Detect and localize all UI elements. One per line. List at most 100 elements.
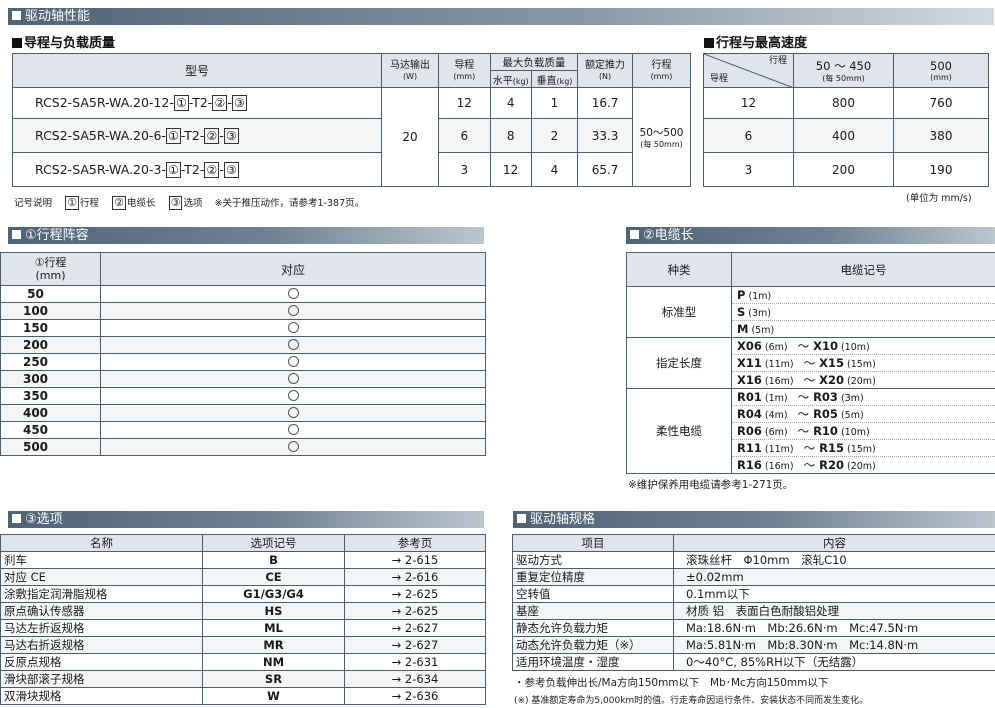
cable-code: R06 (6m) ～ R10 (10m) — [731, 422, 995, 440]
option-page-link[interactable]: → 2-625 — [344, 602, 486, 620]
option-page-link[interactable]: → 2-627 — [344, 636, 486, 654]
circle-mark-icon — [287, 441, 299, 452]
table-row: 动态允许负载力矩（※） Ma:5.81N·m Mb:8.30N·m Mc:14.8… — [512, 636, 995, 654]
compat-cell — [100, 319, 486, 337]
table-row: 150 — [0, 319, 486, 337]
circle-mark-icon — [287, 424, 299, 435]
vertical-load-value: 2 — [530, 118, 579, 153]
section-header-drive-performance: 驱动轴性能 — [8, 8, 994, 25]
table-row: 400 — [0, 404, 486, 422]
legend-row: 记号说明 ① 行程 ② 电缆长 ③ 选项 ※关于推压动作，请参考1-387页。 — [14, 196, 365, 210]
option-page-link[interactable]: → 2-634 — [344, 670, 486, 688]
cable-type: 标准型 — [626, 286, 732, 338]
table-row: 250 — [0, 353, 486, 371]
stroke-length: 500 — [0, 438, 101, 456]
cable-code: X06 (6m) ～ X10 (10m) — [731, 337, 995, 355]
thrust-value: 16.7 — [577, 87, 633, 119]
model-cell: RCS2-SA5R-WA.20-3- ① -T2- ② - ③ — [11, 152, 383, 187]
circle-mark-icon — [287, 339, 299, 350]
table-row: 12 800 760 — [703, 87, 989, 119]
lead-load-table: 型号 马达输出 (W) 导程 (mm) 最大负载质量 额定推力 (N) 行程 (mm) … — [11, 53, 692, 187]
table-row: 反原点规格 NM → 2-631 — [0, 653, 486, 671]
lead-load-title: 导程与负载质量 — [12, 32, 115, 51]
option-name: 马达右折返规格 — [0, 636, 203, 654]
table-row: RCS2-SA5R-WA.20-12- ① -T2- ② - ③ 20 12 4 1 16… — [11, 87, 692, 187]
speed-table: 行程 导程 50 ～ 450 (每 50mm) 500 (mm) 12 800 760 … — [703, 53, 989, 187]
speed-title: 行程与最高速度 — [704, 32, 807, 51]
table-row: 原点确认传感器 HS → 2-625 — [0, 602, 486, 620]
option-page-link[interactable]: → 2-631 — [344, 653, 486, 671]
header-spec-content: 内容 — [673, 534, 995, 552]
header-option-name: 名称 — [0, 534, 203, 552]
stroke-length: 100 — [0, 302, 101, 320]
stroke-length: 350 — [0, 387, 101, 405]
header-lead: 导程 (mm) — [437, 53, 491, 88]
table-row: 马达左折返规格 ML → 2-627 — [0, 619, 486, 637]
spec-item: 空转值 — [512, 585, 674, 603]
header-stroke: 行程 (mm) — [631, 53, 692, 88]
option-code: HS — [202, 602, 345, 620]
spec-item: 静态允许负载力矩 — [512, 619, 674, 637]
option-name: 双滑块规格 — [0, 687, 203, 705]
compat-cell — [100, 421, 486, 439]
table-row: 500 — [0, 438, 486, 456]
header-stroke-mm: ①行程 (mm) — [0, 252, 101, 286]
option-code: CE — [202, 568, 345, 586]
horizontal-load-value: 8 — [489, 118, 532, 153]
header-spec-item: 项目 — [512, 534, 674, 552]
option-code: B — [202, 551, 345, 569]
cable-code: R04 (4m) ～ R05 (5m) — [731, 405, 995, 423]
option-code: SR — [202, 670, 345, 688]
compat-cell — [100, 404, 486, 422]
spec-value: 滚珠丝杆 Φ10mm 滚轧C10 — [673, 551, 995, 569]
option-name: 滑块部滚子规格 — [0, 670, 203, 688]
table-row: 100 — [0, 302, 486, 320]
spec-item: 适用环境温度・湿度 — [512, 653, 674, 671]
section-header-options: ③选项 — [8, 511, 484, 528]
cable-code: X11 (11m) ～ X15 (15m) — [731, 354, 995, 372]
option-page-link[interactable]: → 2-615 — [344, 551, 486, 569]
option-page-link[interactable]: → 2-616 — [344, 568, 486, 586]
header-thrust: 额定推力 (N) — [577, 53, 633, 88]
table-row: 重复定位精度 ±0.02mm — [512, 568, 995, 586]
table-row: 450 — [0, 421, 486, 439]
cable-code: X16 (16m) ～ X20 (20m) — [731, 371, 995, 389]
stroke-length: 450 — [0, 421, 101, 439]
spec-item: 基座 — [512, 602, 674, 620]
option-page-link[interactable]: → 2-625 — [344, 585, 486, 603]
option-name: 原点确认传感器 — [0, 602, 203, 620]
option-code: W — [202, 687, 345, 705]
lead-value: 6 — [437, 118, 491, 153]
option-code: G1/G3/G4 — [202, 585, 345, 603]
cable-note: ※维护保养用电缆请参考1-271页。 — [628, 479, 794, 491]
table-row: 涂敷指定润滑脂规格 G1/G3/G4 → 2-625 — [0, 585, 486, 603]
header-cable-code: 电缆记号 — [731, 252, 995, 287]
option-page-link[interactable]: → 2-627 — [344, 619, 486, 637]
horizontal-load-value: 12 — [489, 152, 532, 187]
thrust-value: 33.3 — [577, 118, 633, 153]
option-page-link[interactable]: → 2-636 — [344, 687, 486, 705]
header-horizontal: 水平(kg) — [489, 70, 532, 88]
stroke-length: 300 — [0, 370, 101, 388]
compat-cell — [100, 302, 486, 320]
spec-note-reference: ・参考负载伸出长/Ma方向150mm以下 Mb･Mc方向150mm以下 — [514, 677, 829, 689]
spec-item: 重复定位精度 — [512, 568, 674, 586]
motor-output-value: 20 — [381, 87, 439, 187]
model-cell: RCS2-SA5R-WA.20-12- ① -T2- ② - ③ — [11, 87, 383, 119]
lead-value: 12 — [437, 87, 491, 119]
option-name: 刹车 — [0, 551, 203, 569]
speed-header-500: 500 (mm) — [893, 53, 989, 88]
cable-code: S (3m) — [731, 303, 995, 321]
compat-cell — [100, 353, 486, 371]
cable-code: R01 (1m) ～ R03 (3m) — [731, 388, 995, 406]
speed-corner-cell: 行程 导程 — [703, 53, 794, 88]
model-cell: RCS2-SA5R-WA.20-6- ① -T2- ② - ③ — [11, 118, 383, 153]
circle-mark-icon — [287, 305, 299, 316]
thrust-value: 65.7 — [577, 152, 633, 187]
spec-value: 0～40°C, 85%RH以下（无结露） — [673, 653, 995, 671]
circle-mark-icon — [287, 407, 299, 418]
option-code: ML — [202, 619, 345, 637]
compat-cell — [100, 285, 486, 303]
spec-value: 材质 铝 表面白色耐酸铝处理 — [673, 602, 995, 620]
table-row: 静态允许负载力矩 Ma:18.6N·m Mb:26.6N·m Mc:47.5N·m — [512, 619, 995, 637]
